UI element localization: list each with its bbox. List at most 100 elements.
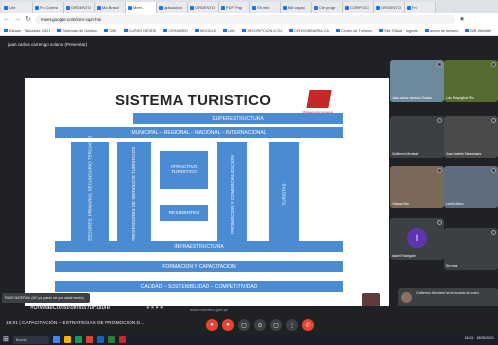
bookmark-item[interactable]: INSCRIPCION A CU	[242, 29, 282, 33]
tab-favicon-icon	[97, 5, 101, 10]
participant-name: Yuliana Ren	[392, 202, 410, 206]
camera-button[interactable]: ●	[222, 319, 234, 331]
mic-off-icon	[437, 62, 442, 67]
slide-hashtag: #UnMaeConstruimosTuFuture	[30, 305, 111, 311]
forward-icon[interactable]: →	[14, 16, 21, 23]
band-infraestructura: INFRAESTRUCTURA	[55, 241, 343, 252]
tab-label: Fn	[412, 5, 417, 10]
bookmark-item[interactable]: Life:	[223, 29, 235, 33]
tab-label: PDF Pap	[226, 5, 243, 10]
bookmarks-bar: Estado · Tabulador 2021 Sistemas de Gesti…	[0, 26, 498, 36]
tab-label: Bill capac	[288, 5, 306, 10]
bookmark-item[interactable]: Sistemas de Gestion	[57, 29, 97, 33]
participant-tile[interactable]: Yuliana Ren	[390, 166, 444, 208]
tab-label: ORDENTO	[71, 5, 91, 10]
browser-tab[interactable]: ORDENTO	[188, 2, 219, 13]
tab-label: Ma Brasil	[102, 5, 119, 10]
tab-favicon-icon	[376, 5, 380, 10]
mic-off-icon	[437, 168, 442, 173]
browser-tab[interactable]: PDF Pap	[219, 2, 250, 13]
slide-brand: www.mincetur.gob.pe	[190, 307, 229, 312]
slide-dots: ●●●●	[146, 305, 165, 311]
bookmark-item[interactable]: Estado · Tabulador 2021	[4, 29, 50, 33]
bookmark-item[interactable]: acrea de turismo	[425, 29, 458, 33]
bookmark-item[interactable]: SIIE	[104, 29, 116, 33]
participant-name: Juan Andrés Santamaría	[446, 152, 482, 156]
browser-tab[interactable]: SII mis	[250, 2, 281, 13]
tab-favicon-icon	[252, 5, 256, 10]
col-proveedores: PROVEEDORES: PRIMARIO, SECUNDARIO TERCIA…	[71, 135, 109, 253]
extensions-icon[interactable]: ★	[459, 16, 465, 23]
browser-tab[interactable]: Life:	[2, 2, 33, 13]
browser-tab[interactable]: Fn Correo	[33, 2, 64, 13]
os-taskbar: ⊞ Buscar	[0, 334, 498, 345]
bookmark-item[interactable]: MOODLE	[195, 29, 216, 33]
tab-label: Life:	[9, 5, 17, 10]
bookmark-item[interactable]: CENSOBINARIA CA	[289, 29, 329, 33]
participant-tile[interactable]: Luis Rospigliosi Rio	[444, 60, 498, 102]
browser-tab-strip: Life: Fn Correo ORDENTO Ma Brasil Meet - apli…	[0, 0, 498, 13]
band-calidad: CALIDAD – SOSTENIBILIDAD – COMPETITIVIDA…	[55, 281, 343, 292]
bookmark-item[interactable]: Centro de Turismo	[336, 29, 372, 33]
browser-tab[interactable]: Ma Brasil	[95, 2, 126, 13]
address-bar: ← → ↻ meet.google.com/cmr-xqzi-hni ★	[0, 13, 498, 26]
browser-tab[interactable]: Clé progr	[312, 2, 343, 13]
participant-tile[interactable]: Juan carlos carrasco Solano	[390, 60, 444, 102]
participant-tile[interactable]: I Isabel Rodriguez	[390, 218, 444, 260]
taskbar-pdf-icon[interactable]	[118, 336, 126, 343]
tab-label: Fn Correo	[40, 5, 59, 10]
col-turistas: TURISTAS	[269, 142, 299, 246]
bookmark-item[interactable]: BIB Website	[465, 29, 491, 33]
url-field[interactable]: meet.google.com/cmr-xqzi-hni	[34, 15, 455, 24]
participant-name: Juan carlos carrasco Solano	[392, 96, 433, 100]
mic-off-icon	[491, 118, 496, 123]
browser-tab[interactable]: ORDENTO	[64, 2, 95, 13]
tab-favicon-icon	[190, 5, 194, 10]
participant-tile[interactable]: Juan Andrés Santamaría	[444, 116, 498, 158]
tab-label: ORDENTO	[381, 5, 401, 10]
slide-corner-badge	[362, 293, 380, 307]
tab-label: SII mis	[257, 5, 270, 10]
tab-favicon-icon	[128, 5, 132, 10]
back-icon[interactable]: ←	[3, 16, 10, 23]
participant-tile[interactable]: Guillermo Monteat	[390, 116, 444, 158]
taskbar-search[interactable]: Buscar	[12, 335, 49, 344]
browser-tab[interactable]: ORDENTO	[374, 2, 405, 13]
taskbar-excel-icon[interactable]	[107, 336, 115, 343]
browser-tab[interactable]: CORPOCI	[343, 2, 374, 13]
bookmark-item[interactable]: Site Oficial · Ingenie	[379, 29, 418, 33]
participant-tile[interactable]: Lizeth Alfaro	[444, 166, 498, 208]
browser-tab[interactable]: Bill capac	[281, 2, 312, 13]
tab-favicon-icon	[345, 5, 349, 10]
browser-tab[interactable]: Fn	[405, 2, 436, 13]
browser-tab[interactable]: Meet -	[126, 2, 157, 13]
participant-name: Luis Rospigliosi Rio	[446, 96, 474, 100]
mic-off-icon	[491, 230, 496, 235]
mic-off-icon	[491, 168, 496, 173]
taskbar-folder-icon[interactable]	[63, 336, 71, 343]
tab-favicon-icon	[314, 5, 318, 10]
taskbar-chrome-icon[interactable]	[85, 336, 93, 343]
raise-hand-button[interactable]: ⊙	[254, 319, 266, 331]
participant-tile[interactable]: Siv mas	[444, 228, 498, 270]
windows-start-icon[interactable]: ⊞	[3, 336, 9, 343]
browser-tab[interactable]: aplicacion	[157, 2, 188, 13]
bookmark-item[interactable]: CEHABIED	[163, 29, 187, 33]
participant-name: Guillermo Monteat	[392, 152, 419, 156]
box-residentes: RESIDENTES	[159, 204, 209, 222]
captions-button[interactable]: ▢	[238, 319, 250, 331]
taskbar-word-icon[interactable]	[96, 336, 104, 343]
reload-icon[interactable]: ↻	[25, 16, 31, 23]
participant-name: Lizeth Alfaro	[446, 202, 464, 206]
end-call-button[interactable]: ✆	[302, 319, 314, 331]
tab-label: ORDENTO	[195, 5, 215, 10]
col-prestadores: PRESTADORES DE SERVICIOS TURISTICOS	[117, 142, 151, 246]
present-button[interactable]: ▢	[270, 319, 282, 331]
taskbar-app-icon[interactable]	[74, 336, 82, 343]
mic-button[interactable]: ●	[206, 319, 218, 331]
taskbar-app-icon[interactable]	[52, 336, 60, 343]
band-levels: MUNICIPAL – REGIONAL – NACIONAL – INTERN…	[55, 127, 343, 138]
more-options-button[interactable]: ⋮	[286, 319, 298, 331]
bookmark-item[interactable]: CURSO DESDE	[124, 29, 157, 33]
participant-name: Isabel Rodriguez	[392, 254, 416, 258]
